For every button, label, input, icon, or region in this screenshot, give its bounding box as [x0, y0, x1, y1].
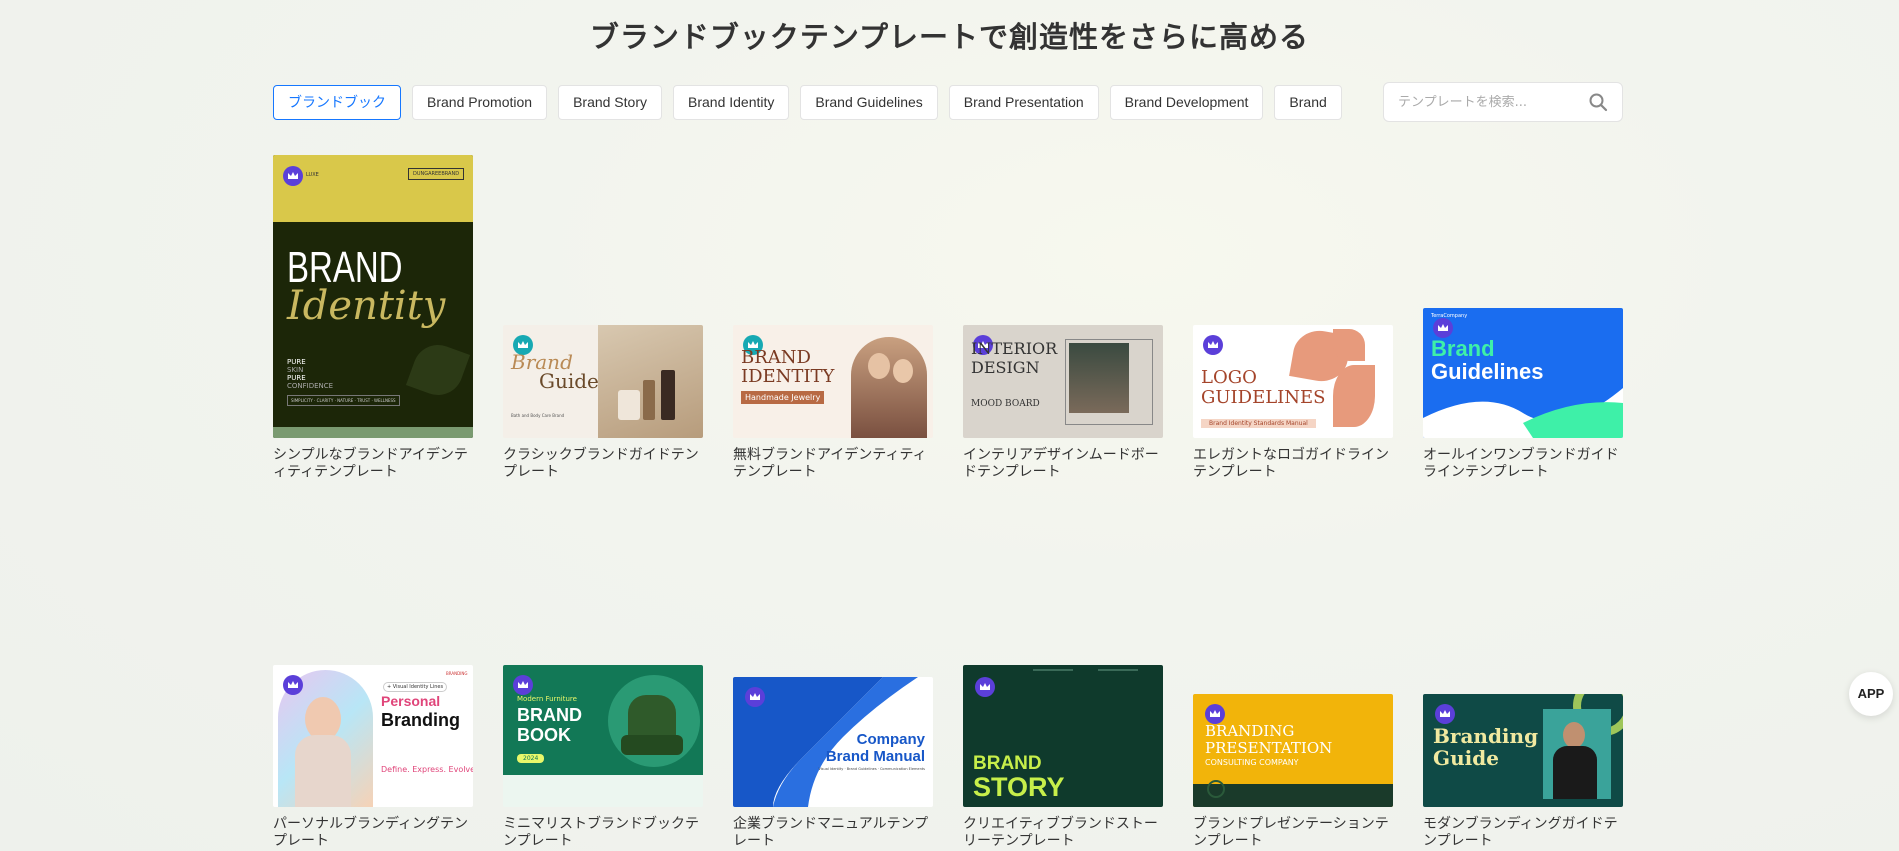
tab-brand-story[interactable]: Brand Story [558, 85, 662, 120]
template-caption[interactable]: ミニマリストブランドブックテンプレート [503, 816, 703, 850]
template-card[interactable]: BRANDING + Visual Identity Lines Persona… [273, 665, 473, 851]
template-thumbnail[interactable]: BRANDING PRESENTATION CONSULTING COMPANY [1193, 694, 1393, 807]
premium-crown-icon [283, 166, 303, 186]
premium-crown-icon [1203, 335, 1223, 355]
template-thumbnail[interactable]: LOGO GUIDELINES Brand Identity Standards… [1193, 325, 1393, 438]
premium-crown-icon [975, 677, 995, 697]
tab-brand-identity[interactable]: Brand Identity [673, 85, 790, 120]
template-thumbnail[interactable]: Company Brand Manual Visual Identity · B… [733, 677, 933, 807]
premium-crown-icon [1433, 318, 1453, 338]
tab-brand[interactable]: Brand [1274, 85, 1342, 120]
premium-crown-icon [745, 687, 765, 707]
template-caption[interactable]: オールインワンブランドガイドラインテンプレート [1423, 447, 1623, 481]
template-card[interactable]: Modern Furniture BRAND BOOK 2024 ミニマリストブ… [503, 665, 703, 851]
template-thumbnail[interactable]: BRANDING + Visual Identity Lines Persona… [273, 665, 473, 807]
template-card[interactable]: BRAND STORY クリエイティブブランドストーリーテンプレート [963, 665, 1163, 851]
template-card[interactable]: BRAND IDENTITY Handmade Jewelry 無料ブランドアイ… [733, 325, 933, 485]
template-thumbnail[interactable]: BRAND IDENTITY Handmade Jewelry [733, 325, 933, 438]
premium-crown-icon [1205, 704, 1225, 724]
page-title: ブランドブックテンプレートで創造性をさらに高める [589, 20, 1310, 54]
template-caption[interactable]: 無料ブランドアイデンティティテンプレート [733, 447, 933, 481]
tab-brand-guidelines[interactable]: Brand Guidelines [800, 85, 938, 120]
template-caption[interactable]: インテリアデザインムードボードテンプレート [963, 447, 1163, 481]
template-caption[interactable]: クラシックブランドガイドテンプレート [503, 447, 703, 481]
template-caption[interactable]: エレガントなロゴガイドラインテンプレート [1193, 447, 1393, 481]
premium-crown-icon [1435, 704, 1455, 724]
template-card[interactable]: TerraCompany Brand Guidelines オールインワンブラン… [1423, 308, 1623, 485]
template-card[interactable]: LUXE DUNGAREEBRAND BRAND Identity PURE S… [273, 155, 473, 485]
template-thumbnail[interactable]: BRAND STORY [963, 665, 1163, 807]
template-thumbnail[interactable]: INTERIOR DESIGN MOOD BOARD [963, 325, 1163, 438]
template-card[interactable]: INTERIOR DESIGN MOOD BOARD インテリアデザインムードボ… [963, 325, 1163, 485]
template-thumbnail[interactable]: Modern Furniture BRAND BOOK 2024 [503, 665, 703, 807]
template-card[interactable]: LOGO GUIDELINES Brand Identity Standards… [1193, 325, 1393, 485]
search-input[interactable] [1398, 94, 1588, 110]
template-caption[interactable]: クリエイティブブランドストーリーテンプレート [963, 816, 1163, 850]
search-icon[interactable] [1588, 92, 1608, 112]
template-thumbnail[interactable]: Brand Guide Bath and Body Care Brand [503, 325, 703, 438]
template-caption[interactable]: ブランドプレゼンテーションテンプレート [1193, 816, 1393, 850]
template-card[interactable]: BRANDING PRESENTATION CONSULTING COMPANY… [1193, 694, 1393, 851]
premium-crown-icon [283, 675, 303, 695]
tab-brand-development[interactable]: Brand Development [1109, 85, 1264, 120]
tab-brand-book[interactable]: ブランドブック [273, 85, 401, 120]
template-caption[interactable]: パーソナルブランディングテンプレート [273, 816, 473, 850]
tab-brand-presentation[interactable]: Brand Presentation [948, 85, 1099, 120]
template-caption[interactable]: シンプルなブランドアイデンティティテンプレート [273, 447, 473, 481]
template-caption[interactable]: 企業ブランドマニュアルテンプレート [733, 816, 933, 850]
template-thumbnail[interactable]: TerraCompany Brand Guidelines [1423, 308, 1623, 438]
premium-crown-icon [513, 675, 533, 695]
tab-brand-promotion[interactable]: Brand Promotion [412, 85, 548, 120]
template-caption[interactable]: モダンブランディングガイドテンプレート [1423, 816, 1623, 850]
template-card[interactable]: Branding Guide モダンブランディングガイドテンプレート [1423, 694, 1623, 851]
category-tabs: ブランドブック Brand Promotion Brand Story Bran… [273, 85, 1360, 121]
template-card[interactable]: Brand Guide Bath and Body Care Brand クラシ… [503, 325, 703, 485]
app-button[interactable]: APP [1849, 672, 1893, 716]
search-box [1383, 82, 1623, 122]
template-thumbnail[interactable]: Branding Guide [1423, 694, 1623, 807]
template-card[interactable]: Company Brand Manual Visual Identity · B… [733, 677, 933, 851]
template-thumbnail[interactable]: LUXE DUNGAREEBRAND BRAND Identity PURE S… [273, 155, 473, 438]
